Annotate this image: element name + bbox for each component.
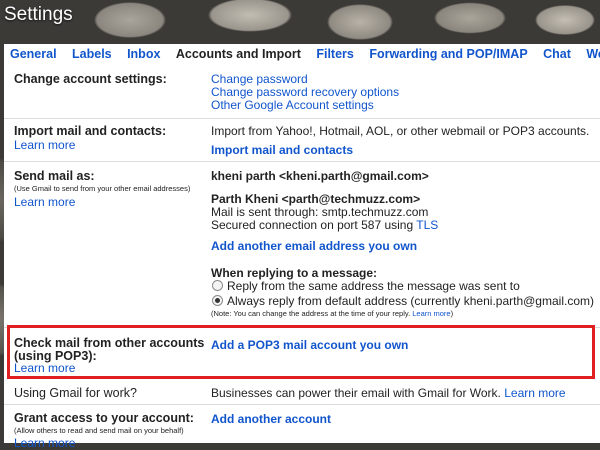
tab-general[interactable]: General bbox=[4, 44, 62, 62]
grant-access-label: Grant access to your account: bbox=[14, 411, 194, 425]
row-import-mail: Import mail and contacts: Learn more Imp… bbox=[4, 119, 600, 162]
gmail-work-label: Using Gmail for work? bbox=[14, 386, 137, 400]
send-mail-learn-more-link[interactable]: Learn more bbox=[14, 195, 75, 209]
secured-prefix: Secured connection on port 587 using bbox=[211, 218, 417, 232]
add-another-account-button[interactable]: Add another account bbox=[211, 412, 331, 426]
tab-accounts-and-import[interactable]: Accounts and Import bbox=[170, 44, 306, 62]
note-suffix: ) bbox=[450, 309, 454, 318]
tab-chat[interactable]: Chat bbox=[537, 44, 576, 62]
tab-forwarding-pop-imap[interactable]: Forwarding and POP/IMAP bbox=[363, 44, 532, 62]
highlight-box bbox=[7, 325, 595, 379]
tls-link[interactable]: TLS bbox=[416, 218, 438, 232]
tab-inbox[interactable]: Inbox bbox=[121, 44, 165, 62]
gmail-work-description: Businesses can power their email with Gm… bbox=[211, 386, 505, 400]
import-description: Import from Yahoo!, Hotmail, AOL, or oth… bbox=[211, 124, 590, 138]
tab-labels[interactable]: Labels bbox=[66, 44, 117, 62]
reply-option-same-label: Reply from the same address the message … bbox=[227, 279, 520, 293]
import-mail-button[interactable]: Import mail and contacts bbox=[211, 143, 353, 157]
row-gmail-for-work: Using Gmail for work? Businesses can pow… bbox=[4, 380, 600, 405]
send-mail-label: Send mail as: bbox=[14, 169, 95, 183]
radio-icon[interactable] bbox=[212, 280, 223, 291]
note-learn-more-link[interactable]: Learn more bbox=[412, 309, 450, 318]
reply-option-same[interactable]: Reply from the same address the message … bbox=[212, 279, 520, 293]
tab-web-clips[interactable]: Web Clips bbox=[580, 44, 600, 62]
row-grant-access: Grant access to your account: (Allow oth… bbox=[4, 405, 600, 450]
send-mail-sub: (Use Gmail to send from your other email… bbox=[14, 184, 191, 193]
sent-through-text: Mail is sent through: smtp.techmuzz.com bbox=[211, 205, 429, 219]
import-learn-more-link[interactable]: Learn more bbox=[14, 138, 75, 152]
settings-panel: Change account settings: Change password… bbox=[4, 64, 600, 450]
add-email-address-button[interactable]: Add another email address you own bbox=[211, 239, 417, 253]
page-title: Settings bbox=[4, 4, 73, 25]
reply-heading: When replying to a message: bbox=[211, 266, 378, 280]
radio-selected-icon[interactable] bbox=[212, 295, 223, 306]
secondary-address: Parth Kheni <parth@techmuzz.com> bbox=[211, 192, 421, 206]
change-recovery-link[interactable]: Change password recovery options bbox=[211, 85, 399, 99]
row-send-mail-as: Send mail as: (Use Gmail to send from yo… bbox=[4, 162, 600, 328]
change-password-link[interactable]: Change password bbox=[211, 72, 308, 86]
grant-access-sub: (Allow others to read and send mail on y… bbox=[14, 426, 184, 435]
import-mail-label: Import mail and contacts: bbox=[14, 124, 167, 138]
change-account-label: Change account settings: bbox=[14, 72, 167, 86]
gmail-work-text: Businesses can power their email with Gm… bbox=[211, 386, 566, 400]
secured-connection-text: Secured connection on port 587 using TLS bbox=[211, 218, 438, 232]
primary-address: kheni parth <kheni.parth@gmail.com> bbox=[211, 169, 429, 183]
other-account-settings-link[interactable]: Other Google Account settings bbox=[211, 98, 374, 112]
reply-option-default[interactable]: Always reply from default address (curre… bbox=[212, 294, 594, 308]
note-prefix: (Note: You can change the address at the… bbox=[211, 309, 413, 318]
reply-option-default-label: Always reply from default address (curre… bbox=[227, 294, 594, 308]
tab-filters[interactable]: Filters bbox=[310, 44, 359, 62]
grant-learn-more-link[interactable]: Learn more bbox=[14, 436, 75, 450]
reply-note: (Note: You can change the address at the… bbox=[211, 309, 453, 319]
gmail-work-learn-more-link[interactable]: Learn more bbox=[504, 386, 565, 400]
settings-tabs: General Labels Inbox Accounts and Import… bbox=[4, 44, 600, 65]
row-change-account: Change account settings: Change password… bbox=[4, 64, 600, 119]
